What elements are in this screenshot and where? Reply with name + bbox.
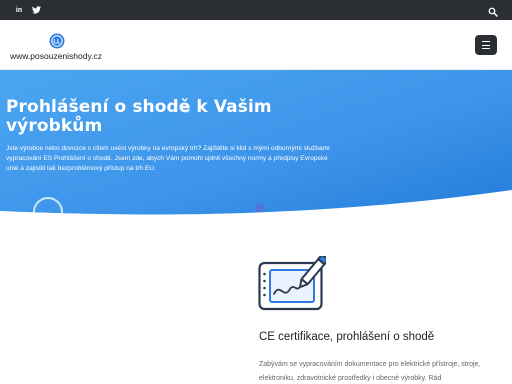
hamburger-menu-icon[interactable] (475, 35, 497, 55)
graphics-tablet-pen-icon (258, 253, 330, 312)
logo-text[interactable]: www.posouzenishody.cz (10, 51, 102, 61)
hero-banner: Prohlášení o shodě k Vašim výrobkům Jste… (0, 70, 512, 235)
hero-title: Prohlášení o shodě k Vašim výrobkům (6, 97, 272, 136)
top-bar: in (0, 0, 512, 20)
svg-text:LL: LL (53, 39, 61, 45)
site-header (0, 20, 512, 70)
logo-mark-icon[interactable]: LL (49, 33, 65, 49)
feature-description: Zabývám se vypracováním dokumentace pro … (259, 361, 481, 382)
hero-description: Jste výrobce nebo dovozce s cílem uvést … (6, 145, 330, 172)
search-icon[interactable] (488, 4, 500, 17)
linkedin-icon[interactable]: in (13, 4, 25, 16)
twitter-icon[interactable] (30, 4, 42, 16)
feature-title: CE certifikace, prohlášení o shodě (259, 331, 435, 343)
